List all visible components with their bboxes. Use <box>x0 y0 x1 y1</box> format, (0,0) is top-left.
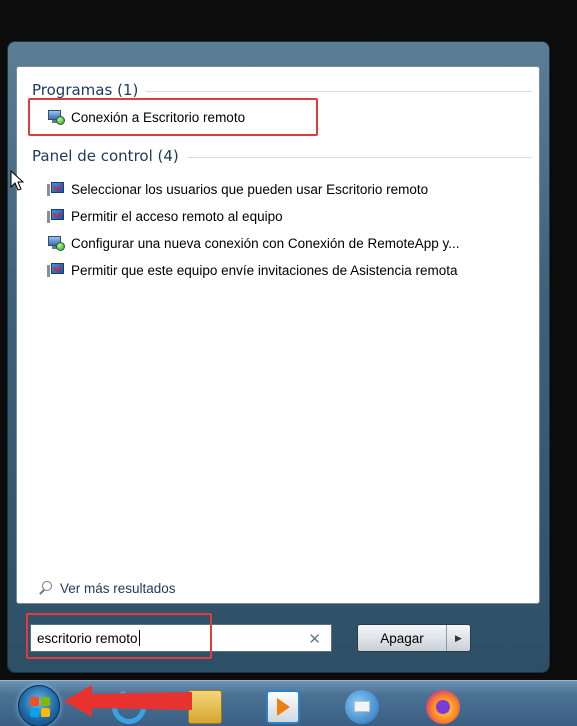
system-icon <box>47 262 65 278</box>
result-item-allow-remote-access[interactable]: Permitir el acceso remoto al equipo <box>47 205 283 227</box>
result-item-label: Permitir que este equipo envíe invitacio… <box>71 262 458 278</box>
header-divider <box>146 90 532 92</box>
highlight-box-program-result <box>28 98 318 136</box>
system-icon <box>47 181 65 197</box>
result-item-label: Permitir el acceso remoto al equipo <box>71 208 283 224</box>
red-arrow-annotation <box>64 685 192 717</box>
shutdown-options-arrow-icon[interactable]: ▶ <box>446 625 470 651</box>
search-results-pane: Programas (1) Conexión a Escritorio remo… <box>16 66 540 604</box>
result-item-allow-remote-assistance[interactable]: Permitir que este equipo envíe invitacio… <box>47 259 457 281</box>
control-panel-group-header: Panel de control (4) <box>32 147 532 165</box>
control-panel-header-label: Panel de control (4) <box>32 147 179 165</box>
clear-icon[interactable]: ✕ <box>308 630 321 648</box>
thunderbird-icon[interactable] <box>345 690 379 724</box>
header-divider <box>186 156 532 158</box>
shutdown-button[interactable]: Apagar ▶ <box>357 624 471 652</box>
windows-flag-icon <box>30 697 50 717</box>
result-item-select-remote-users[interactable]: Seleccionar los usuarios que pueden usar… <box>47 178 428 200</box>
see-more-results-link[interactable]: Ver más resultados <box>39 581 176 596</box>
media-player-icon[interactable] <box>266 690 300 724</box>
see-more-label: Ver más resultados <box>60 581 176 596</box>
start-orb-icon[interactable] <box>18 685 60 726</box>
programs-group-header: Programas (1) <box>32 81 532 99</box>
result-item-configure-remoteapp[interactable]: Configurar una nueva conexión con Conexi… <box>47 232 460 254</box>
remote-desktop-icon <box>47 235 65 251</box>
highlight-box-search-input <box>26 613 212 659</box>
search-icon <box>39 581 54 596</box>
mouse-cursor-icon <box>10 170 24 191</box>
start-menu: Programas (1) Conexión a Escritorio remo… <box>8 42 549 672</box>
result-item-label: Seleccionar los usuarios que pueden usar… <box>71 181 429 197</box>
system-icon <box>47 208 65 224</box>
programs-header-label: Programas (1) <box>32 81 139 99</box>
firefox-icon[interactable] <box>426 690 460 724</box>
result-item-label: Configurar una nueva conexión con Conexi… <box>71 235 460 251</box>
shutdown-button-label: Apagar <box>380 630 424 646</box>
